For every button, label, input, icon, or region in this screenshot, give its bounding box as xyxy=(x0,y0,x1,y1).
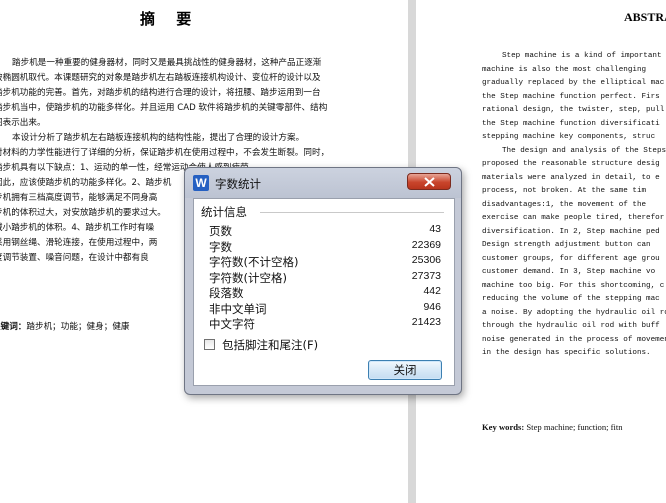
text-line: reducing the volume of the stepping mac xyxy=(482,295,660,303)
text-line: Step machine is a kind of important xyxy=(502,52,662,60)
text-line: materials were analyzed in detail, to e xyxy=(482,173,660,182)
stat-label: 非中文单词 xyxy=(209,301,267,316)
stat-row-non-chinese-words: 非中文单词 946 xyxy=(209,301,449,317)
text-line: through the hydraulic oil rod with buff xyxy=(482,322,660,330)
section-divider xyxy=(260,212,444,213)
text-line: 踏步机功能的完善。首先，对踏步机的结构进行合理的设计，将扭腰、踏步运用到一台 xyxy=(0,88,321,98)
keywords-value: 踏步机；功能；健身；健康 xyxy=(26,322,130,332)
text-line: rational design, the twister, step, pull xyxy=(482,106,665,114)
stat-value: 946 xyxy=(423,300,441,313)
text-line: process, not broken. At the same tim xyxy=(482,187,647,195)
stat-value: 43 xyxy=(429,223,441,235)
text-line: the Step machine function diversificati xyxy=(482,119,660,128)
stat-value: 27373 xyxy=(411,269,441,282)
stat-row-pages: 页数 43 xyxy=(209,223,449,239)
word-count-dialog: W 字数统计 统计信息 页数 43 字数 22369 字符数(不计空格) 253… xyxy=(184,167,462,395)
stat-row-characters-no-spaces: 字符数(不计空格) 25306 xyxy=(209,254,449,270)
text-line: diversification. In 2, Step machine ped xyxy=(482,227,660,236)
keywords-label: 关键词： xyxy=(0,322,27,332)
stat-label: 字数 xyxy=(209,239,232,254)
stat-label: 字符数(计空格) xyxy=(209,270,287,285)
stat-label: 字符数(不计空格) xyxy=(209,255,299,269)
close-button[interactable] xyxy=(407,173,451,190)
stat-row-characters-with-spaces: 字符数(计空格) 27373 xyxy=(209,270,449,286)
text-line: a noise. By adopting the hydraulic oil r… xyxy=(482,308,666,317)
abstract-title: ABSTRACT xyxy=(624,10,666,24)
stat-row-chinese-characters: 中文字符 21423 xyxy=(209,316,449,332)
document-workspace: 摘 要 踏步机是一种重要的健身器材，同时又是最具挑战性的健身器材，这种产品正逐渐… xyxy=(0,0,666,503)
stat-value: 22369 xyxy=(411,238,441,251)
text-line: Design strength adjustment button can xyxy=(482,241,651,249)
include-footnotes-checkbox[interactable] xyxy=(204,339,215,350)
text-line: 对材料的力学性能进行了详细的分析，保证踏步机在使用过程中，不会发生断裂。同时， xyxy=(0,148,330,158)
text-line: 本设计分析了踏步机左右踏板连接机构的结构性能，提出了合理的设计方案。 xyxy=(12,133,305,143)
text-line: The design and analysis of the Steps xyxy=(502,146,666,155)
stat-label: 页数 xyxy=(209,224,232,238)
dialog-body: 统计信息 页数 43 字数 22369 字符数(不计空格) 25306 字符数(… xyxy=(193,198,455,386)
dialog-titlebar[interactable]: W 字数统计 xyxy=(185,168,461,198)
text-line: proposed the reasonable structure desig xyxy=(482,160,660,168)
wps-writer-icon: W xyxy=(193,175,209,191)
include-footnotes-label[interactable]: 包括脚注和尾注(F) xyxy=(222,337,318,353)
text-line: gradually replaced by the elliptical mac xyxy=(482,79,665,87)
close-icon xyxy=(424,177,435,187)
stat-label: 中文字符 xyxy=(209,317,255,331)
close-dialog-button[interactable]: 关闭 xyxy=(368,360,442,380)
text-line: customer groups, for different age grou xyxy=(482,254,660,263)
keywords-line-english: Key words: Step machine; function; fitn xyxy=(482,422,623,432)
abstract-body-english: Step machine is a kind of important mach… xyxy=(482,50,666,361)
text-line: in the design has specific solutions. xyxy=(482,349,651,357)
keywords-value: Step machine; function; fitn xyxy=(526,422,623,432)
statistics-section-header: 统计信息 xyxy=(201,205,247,219)
stat-value: 21423 xyxy=(411,316,441,328)
keywords-label: Key words: xyxy=(482,422,525,432)
text-line: noise generated in the process of moveme… xyxy=(482,335,666,344)
text-line: stepping machine key components, struc xyxy=(482,133,656,141)
stat-row-paragraphs: 段落数 442 xyxy=(209,285,449,301)
text-line: exercise can make people tired, therefor xyxy=(482,214,665,222)
text-line: 被椭圆机取代。本课题研究的对象是踏步机左右踏板连接机构设计、变位杆的设计以及 xyxy=(0,73,321,83)
keywords-line-chinese: 关键词：踏步机；功能；健身；健康 xyxy=(0,320,130,332)
stat-label: 段落数 xyxy=(209,286,244,300)
stat-value: 25306 xyxy=(411,254,441,266)
text-line: customer demand. In 3, Step machine vo xyxy=(482,268,656,276)
page-title: 摘 要 xyxy=(140,10,200,28)
text-line: 踏步机当中，使踏步机的功能多样化。并且运用 CAD 软件将踏步机的关键零部件、结… xyxy=(0,103,328,113)
text-line: the Step machine function perfect. Firs xyxy=(482,92,660,101)
text-line: disadvantages:1, the movement of the xyxy=(482,200,647,209)
text-line: 踏步机是一种重要的健身器材，同时又是最具挑战性的健身器材，这种产品正逐渐 xyxy=(12,58,322,68)
dialog-title: 字数统计 xyxy=(215,177,261,191)
text-line: 图表示出来。 xyxy=(0,118,46,128)
text-line: machine too big. For this shortcoming, c xyxy=(482,281,665,290)
stat-row-words: 字数 22369 xyxy=(209,239,449,255)
stat-value: 442 xyxy=(423,285,441,297)
text-line: machine is also the most challenging xyxy=(482,65,647,74)
statistics-list: 页数 43 字数 22369 字符数(不计空格) 25306 字符数(计空格) … xyxy=(209,223,449,332)
